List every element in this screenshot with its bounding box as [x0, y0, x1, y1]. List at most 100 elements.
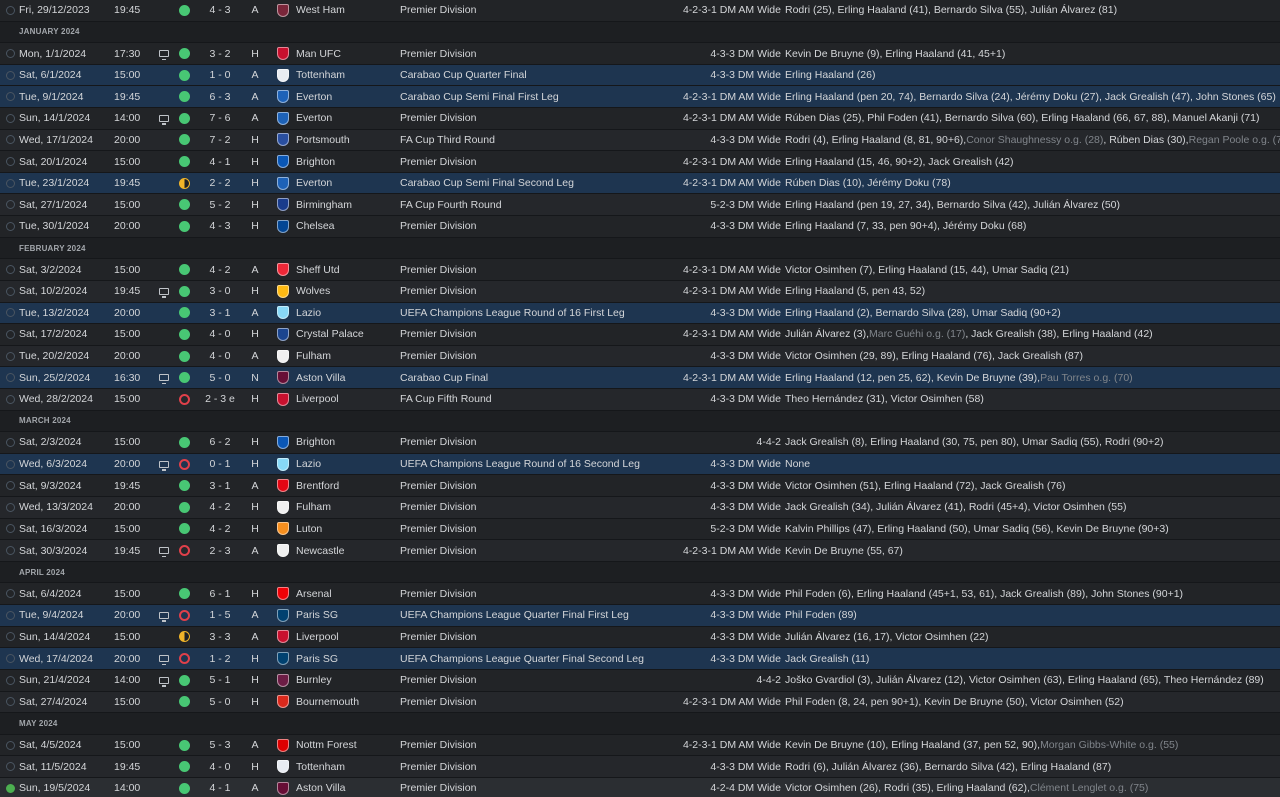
- opponent-name[interactable]: Sheff Utd: [296, 259, 396, 280]
- fixture-row[interactable]: Wed, 13/3/2024 20:00 4 - 2 H Fulham Premier D…: [0, 497, 1280, 519]
- row-select-radio[interactable]: [6, 627, 16, 648]
- match-score[interactable]: 6 - 3: [200, 86, 240, 107]
- match-score[interactable]: 3 - 1: [200, 303, 240, 324]
- match-score[interactable]: 1 - 5: [200, 605, 240, 626]
- match-score[interactable]: 5 - 3: [200, 735, 240, 756]
- match-score[interactable]: 0 - 1: [200, 454, 240, 475]
- fixture-row[interactable]: Sat, 20/1/2024 15:00 4 - 1 H Brighton Premier…: [0, 151, 1280, 173]
- fixture-row[interactable]: Sat, 17/2/2024 15:00 4 - 0 H Crystal Palace P…: [0, 324, 1280, 346]
- row-select-radio[interactable]: [6, 303, 16, 324]
- fixture-row[interactable]: Sun, 25/2/2024 16:30 5 - 0 N Aston Villa Cara…: [0, 367, 1280, 389]
- match-score[interactable]: 4 - 2: [200, 497, 240, 518]
- row-select-radio[interactable]: [6, 583, 16, 604]
- fixture-row[interactable]: Sat, 3/2/2024 15:00 4 - 2 A Sheff Utd Premier…: [0, 259, 1280, 281]
- opponent-name[interactable]: Paris SG: [296, 648, 396, 669]
- opponent-name[interactable]: Fulham: [296, 346, 396, 367]
- row-select-radio[interactable]: [6, 108, 16, 129]
- fixture-row[interactable]: Sat, 2/3/2024 15:00 6 - 2 H Brighton Premier …: [0, 432, 1280, 454]
- fixture-row[interactable]: Tue, 9/1/2024 19:45 6 - 3 A Everton Carabao C…: [0, 86, 1280, 109]
- match-score[interactable]: 1 - 0: [200, 65, 240, 86]
- match-score[interactable]: 5 - 2: [200, 194, 240, 215]
- match-score[interactable]: 4 - 1: [200, 778, 240, 797]
- opponent-name[interactable]: Liverpool: [296, 627, 396, 648]
- opponent-name[interactable]: Arsenal: [296, 583, 396, 604]
- match-score[interactable]: 7 - 2: [200, 130, 240, 151]
- match-score[interactable]: 3 - 1: [200, 475, 240, 496]
- opponent-name[interactable]: Tottenham: [296, 756, 396, 777]
- row-select-radio[interactable]: [6, 454, 16, 475]
- match-score[interactable]: 6 - 1: [200, 583, 240, 604]
- fixture-row[interactable]: Fri, 29/12/2023 19:45 4 - 3 A West Ham Premie…: [0, 0, 1280, 22]
- match-score[interactable]: 5 - 0: [200, 692, 240, 713]
- fixture-row[interactable]: Sat, 6/1/2024 15:00 1 - 0 A Tottenham Carabao…: [0, 64, 1280, 87]
- row-select-radio[interactable]: [6, 130, 16, 151]
- row-select-radio[interactable]: [6, 346, 16, 367]
- fixture-row[interactable]: Wed, 17/1/2024 20:00 7 - 2 H Portsmouth FA Cu…: [0, 129, 1280, 152]
- opponent-name[interactable]: Chelsea: [296, 216, 396, 237]
- row-select-radio[interactable]: [6, 475, 16, 496]
- row-select-radio[interactable]: [6, 367, 16, 388]
- opponent-name[interactable]: Nottm Forest: [296, 735, 396, 756]
- opponent-name[interactable]: Tottenham: [296, 65, 396, 86]
- row-select-radio[interactable]: [6, 670, 16, 691]
- opponent-name[interactable]: Burnley: [296, 670, 396, 691]
- opponent-name[interactable]: Crystal Palace: [296, 324, 396, 345]
- fixture-row[interactable]: Sat, 4/5/2024 15:00 5 - 3 A Nottm Forest Prem…: [0, 734, 1280, 757]
- opponent-name[interactable]: Aston Villa: [296, 367, 396, 388]
- opponent-name[interactable]: West Ham: [296, 0, 396, 21]
- fixture-row[interactable]: Sat, 11/5/2024 19:45 4 - 0 H Tottenham Premie…: [0, 756, 1280, 778]
- match-score[interactable]: 1 - 2: [200, 648, 240, 669]
- fixture-row[interactable]: Sat, 30/3/2024 19:45 2 - 3 A Newcastle Premie…: [0, 540, 1280, 562]
- opponent-name[interactable]: Wolves: [296, 281, 396, 302]
- opponent-name[interactable]: Brentford: [296, 475, 396, 496]
- row-select-radio[interactable]: [6, 778, 16, 797]
- row-select-radio[interactable]: [6, 0, 16, 21]
- fixture-row[interactable]: Wed, 28/2/2024 15:00 2 - 3 e H Liverpool FA C…: [0, 388, 1280, 411]
- fixture-row[interactable]: Sat, 9/3/2024 19:45 3 - 1 A Brentford Premier…: [0, 475, 1280, 498]
- match-score[interactable]: 3 - 3: [200, 627, 240, 648]
- opponent-name[interactable]: Newcastle: [296, 540, 396, 561]
- match-score[interactable]: 4 - 3: [200, 0, 240, 21]
- match-score[interactable]: 2 - 3 e: [200, 389, 240, 410]
- row-select-radio[interactable]: [6, 605, 16, 626]
- fixture-row[interactable]: Sat, 16/3/2024 15:00 4 - 2 H Luton Premier Di…: [0, 518, 1280, 541]
- fixture-row[interactable]: Sat, 6/4/2024 15:00 6 - 1 H Arsenal Premier D…: [0, 583, 1280, 606]
- opponent-name[interactable]: Paris SG: [296, 605, 396, 626]
- row-select-radio[interactable]: [6, 151, 16, 172]
- match-score[interactable]: 4 - 0: [200, 324, 240, 345]
- fixture-row[interactable]: Mon, 1/1/2024 17:30 3 - 2 H Man UFC Premier D…: [0, 43, 1280, 65]
- fixture-row[interactable]: Sun, 19/5/2024 14:00 4 - 1 A Aston Villa Prem…: [0, 777, 1280, 797]
- fixture-row[interactable]: Wed, 17/4/2024 20:00 1 - 2 H Paris SG UEFA Ch…: [0, 648, 1280, 670]
- opponent-name[interactable]: Everton: [296, 86, 396, 107]
- opponent-name[interactable]: Liverpool: [296, 389, 396, 410]
- match-score[interactable]: 2 - 2: [200, 173, 240, 194]
- row-select-radio[interactable]: [6, 86, 16, 107]
- row-select-radio[interactable]: [6, 540, 16, 561]
- fixture-row[interactable]: Tue, 30/1/2024 20:00 4 - 3 H Chelsea Premier …: [0, 216, 1280, 238]
- match-score[interactable]: 4 - 0: [200, 756, 240, 777]
- fixture-row[interactable]: Sat, 27/4/2024 15:00 5 - 0 H Bournemouth Prem…: [0, 691, 1280, 714]
- row-select-radio[interactable]: [6, 432, 16, 453]
- row-select-radio[interactable]: [6, 194, 16, 215]
- fixture-row[interactable]: Tue, 9/4/2024 20:00 1 - 5 A Paris SG UEFA Cha…: [0, 605, 1280, 627]
- match-score[interactable]: 5 - 0: [200, 367, 240, 388]
- opponent-name[interactable]: Brighton: [296, 432, 396, 453]
- opponent-name[interactable]: Portsmouth: [296, 130, 396, 151]
- fixture-row[interactable]: Sat, 27/1/2024 15:00 5 - 2 H Birmingham FA Cu…: [0, 194, 1280, 217]
- row-select-radio[interactable]: [6, 497, 16, 518]
- match-score[interactable]: 7 - 6: [200, 108, 240, 129]
- fixture-row[interactable]: Sat, 10/2/2024 19:45 3 - 0 H Wolves Premier D…: [0, 280, 1280, 303]
- row-select-radio[interactable]: [6, 519, 16, 540]
- opponent-name[interactable]: Everton: [296, 108, 396, 129]
- opponent-name[interactable]: Everton: [296, 173, 396, 194]
- match-score[interactable]: 3 - 2: [200, 43, 240, 64]
- opponent-name[interactable]: Lazio: [296, 454, 396, 475]
- opponent-name[interactable]: Birmingham: [296, 194, 396, 215]
- opponent-name[interactable]: Brighton: [296, 151, 396, 172]
- fixture-row[interactable]: Wed, 6/3/2024 20:00 0 - 1 H Lazio UEFA Champi…: [0, 453, 1280, 476]
- fixture-row[interactable]: Tue, 23/1/2024 19:45 2 - 2 H Everton Carabao …: [0, 172, 1280, 195]
- fixture-row[interactable]: Tue, 13/2/2024 20:00 3 - 1 A Lazio UEFA Champ…: [0, 302, 1280, 325]
- row-select-radio[interactable]: [6, 281, 16, 302]
- match-score[interactable]: 5 - 1: [200, 670, 240, 691]
- row-select-radio[interactable]: [6, 65, 16, 86]
